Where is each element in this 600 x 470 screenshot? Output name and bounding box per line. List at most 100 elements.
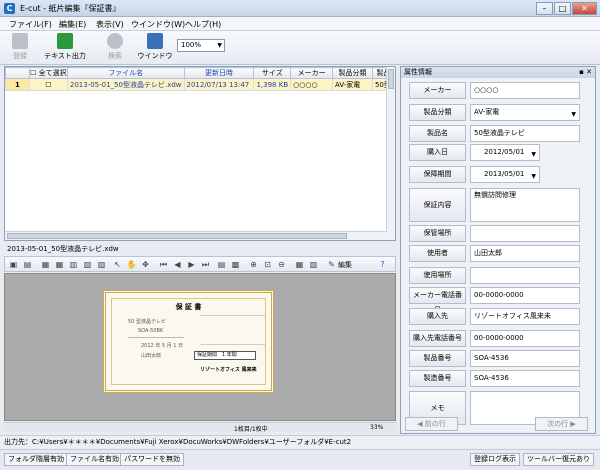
register-label: 登録	[13, 52, 27, 60]
window-title: E-cut - 紙片編集『保証書』	[20, 4, 121, 13]
next-row-button[interactable]: 次の行 ▶	[535, 417, 588, 431]
prev-row-button[interactable]: ◀ 前の行	[405, 417, 458, 431]
page-thumbs-icon[interactable]: ▨	[96, 259, 107, 270]
pages-icon[interactable]: ▤	[216, 259, 227, 270]
attribute-row: メーカー ○○○○	[409, 82, 587, 99]
select-all-label: 全て選択	[38, 69, 67, 77]
attribute-value: 50型液晶テレビ	[474, 129, 525, 137]
attribute-row: 保証内容 無償訪問修理	[409, 188, 587, 222]
menu-view[interactable]: 表示(V)	[96, 19, 124, 30]
page-icon[interactable]: ▦	[40, 259, 51, 270]
chevron-down-icon[interactable]: ▼	[531, 147, 536, 160]
grid-horizontal-scrollbar[interactable]	[5, 231, 387, 240]
col-category[interactable]: 製品分類	[332, 67, 373, 79]
attribute-value: 無償訪問修理	[474, 191, 516, 199]
attribute-value-field[interactable]: 無償訪問修理	[470, 188, 580, 222]
attribute-value-field[interactable]: AV-家電 ▼	[470, 104, 580, 121]
minimize-button[interactable]: –	[536, 2, 553, 15]
fit-icon[interactable]: ⊡	[262, 259, 273, 270]
search-button[interactable]: 検索	[98, 33, 132, 63]
cert-period: 保証期間 1 年間	[194, 351, 256, 360]
zoom-in-icon[interactable]: ⊕	[248, 259, 259, 270]
attribute-value: リゾートオフィス風来未	[474, 312, 551, 320]
attribute-label: 保障期間	[409, 166, 466, 183]
cert-heading: 保 証 書	[175, 303, 202, 311]
col-updated[interactable]: 更新日時	[183, 67, 255, 79]
attribute-row: 保障期間 2013/05/01 ▼	[409, 166, 587, 183]
attribute-value-field[interactable]: SOA-4536	[470, 350, 580, 367]
attribute-value-field[interactable]: 50型液晶テレビ	[470, 125, 580, 142]
col-maker[interactable]: メーカー	[290, 67, 334, 79]
menu-file[interactable]: ファイル(F)	[9, 19, 52, 30]
attribute-label: 製品名	[409, 125, 466, 142]
maximize-button[interactable]: □	[554, 2, 571, 15]
page-copy-icon[interactable]: ▦	[54, 259, 65, 270]
chevron-down-icon: ▼	[217, 42, 222, 49]
save-icon[interactable]: ▣	[8, 259, 19, 270]
attribute-panel: 属性情報 ▪ ✕ メーカー ○○○○ 製品分類 AV-家電 ▼ 製品名 50型液晶テレビ 購入…	[400, 66, 596, 434]
chevron-down-icon[interactable]: ▼	[531, 169, 536, 182]
first-page-icon[interactable]: ⏮	[158, 259, 169, 270]
attribute-value-field[interactable]: リゾートオフィス風来未	[470, 308, 580, 325]
hand-icon[interactable]: ✋	[126, 259, 137, 270]
filename-toggle[interactable]: ファイル名有効	[66, 453, 123, 466]
stack-icon[interactable]: ▩	[230, 259, 241, 270]
zoom-select[interactable]: 100% ▼	[177, 39, 225, 52]
zoom-value: 100%	[181, 41, 202, 49]
next-page-icon[interactable]: ▶	[186, 259, 197, 270]
last-page-icon[interactable]: ⏭	[200, 259, 211, 270]
preview-area[interactable]: 保 証 書 50 型液晶テレビ SOA-50BK 2012 年 5 月 1 日 …	[4, 273, 396, 421]
close-button[interactable]: ✕	[572, 2, 597, 15]
menu-help[interactable]: ヘルプ(H)	[185, 19, 221, 30]
pin-icon[interactable]: ▪ ✕	[579, 67, 592, 78]
menu-window[interactable]: ウインドウ(W)	[131, 19, 185, 30]
attribute-value: AV-家電	[474, 108, 500, 116]
print-icon[interactable]: ▤	[22, 259, 33, 270]
prev-page-icon[interactable]: ◀	[172, 259, 183, 270]
grid-vertical-scrollbar[interactable]	[386, 67, 395, 240]
help-icon[interactable]: ?	[377, 259, 388, 270]
page-view-icon[interactable]: ▥	[68, 259, 79, 270]
app-icon: C	[4, 3, 15, 14]
log-display-button[interactable]: 登録ログ表示	[470, 453, 520, 466]
password-toggle[interactable]: パスワードを無効	[120, 453, 184, 466]
attribute-value-field[interactable]: 00-0000-0000	[470, 287, 580, 304]
attribute-value-field[interactable]: ○○○○	[470, 82, 580, 99]
scroll-thumb[interactable]	[7, 233, 347, 239]
row-checkbox[interactable]: ☐	[28, 78, 68, 91]
col-filename[interactable]: ファイル名	[66, 67, 185, 79]
edit-button[interactable]: 編集	[338, 260, 352, 270]
preview-title: 2013-05-01_50型液晶テレビ.xdw	[4, 244, 396, 255]
rotate-icon[interactable]: ✥	[140, 259, 151, 270]
annotation-icon[interactable]: ▧	[308, 259, 319, 270]
attribute-row: メーカー電話番号 00-0000-0000	[409, 287, 587, 314]
document-icon[interactable]: ▦	[294, 259, 305, 270]
window-button[interactable]: ウインドウ	[136, 33, 174, 63]
file-list: ☐ 全て選択 ファイル名 更新日時 サイズ メーカー 製品分類 製品 1 ☐ 2…	[4, 66, 396, 241]
zoom-out-icon[interactable]: ⊖	[276, 259, 287, 270]
attribute-value-field[interactable]: 山田太郎	[470, 245, 580, 262]
chevron-down-icon[interactable]: ▼	[571, 107, 576, 120]
attribute-value-field[interactable]: 2012/05/01 ▼	[470, 144, 540, 161]
preview-statusbar: 1枚目/1枚中 33%	[4, 422, 396, 433]
attribute-value-field[interactable]: SOA-4536	[470, 370, 580, 387]
table-row[interactable]: 1 ☐ 2013-05-01_50型液晶テレビ.xdw 2012/07/13 1…	[5, 78, 396, 91]
text-export-button[interactable]: テキスト出力	[38, 33, 92, 63]
attribute-row: 使用者 山田太郎	[409, 245, 587, 262]
attribute-value-field[interactable]: 2013/05/01 ▼	[470, 166, 540, 183]
attribute-value-field[interactable]: 00-0000-0000	[470, 330, 580, 347]
toolbar-restore-button[interactable]: ツールバー復元あり	[523, 453, 594, 466]
pointer-icon[interactable]: ↖	[112, 259, 123, 270]
cell-filename[interactable]: 2013-05-01_50型液晶テレビ.xdw	[66, 78, 185, 91]
attribute-value-field[interactable]	[470, 225, 580, 242]
menu-edit[interactable]: 編集(E)	[59, 19, 86, 30]
attribute-label: 使用者	[409, 245, 466, 262]
col-select-all[interactable]: ☐ 全て選択	[28, 67, 68, 79]
attribute-value: 2012/05/01	[484, 148, 525, 156]
col-size[interactable]: サイズ	[253, 67, 292, 79]
register-button[interactable]: 登録	[6, 33, 34, 63]
scroll-thumb[interactable]	[388, 69, 394, 89]
folder-hierarchy-toggle[interactable]: フォルダ階層有効	[4, 453, 68, 466]
attribute-value-field[interactable]	[470, 267, 580, 284]
page-list-icon[interactable]: ▧	[82, 259, 93, 270]
